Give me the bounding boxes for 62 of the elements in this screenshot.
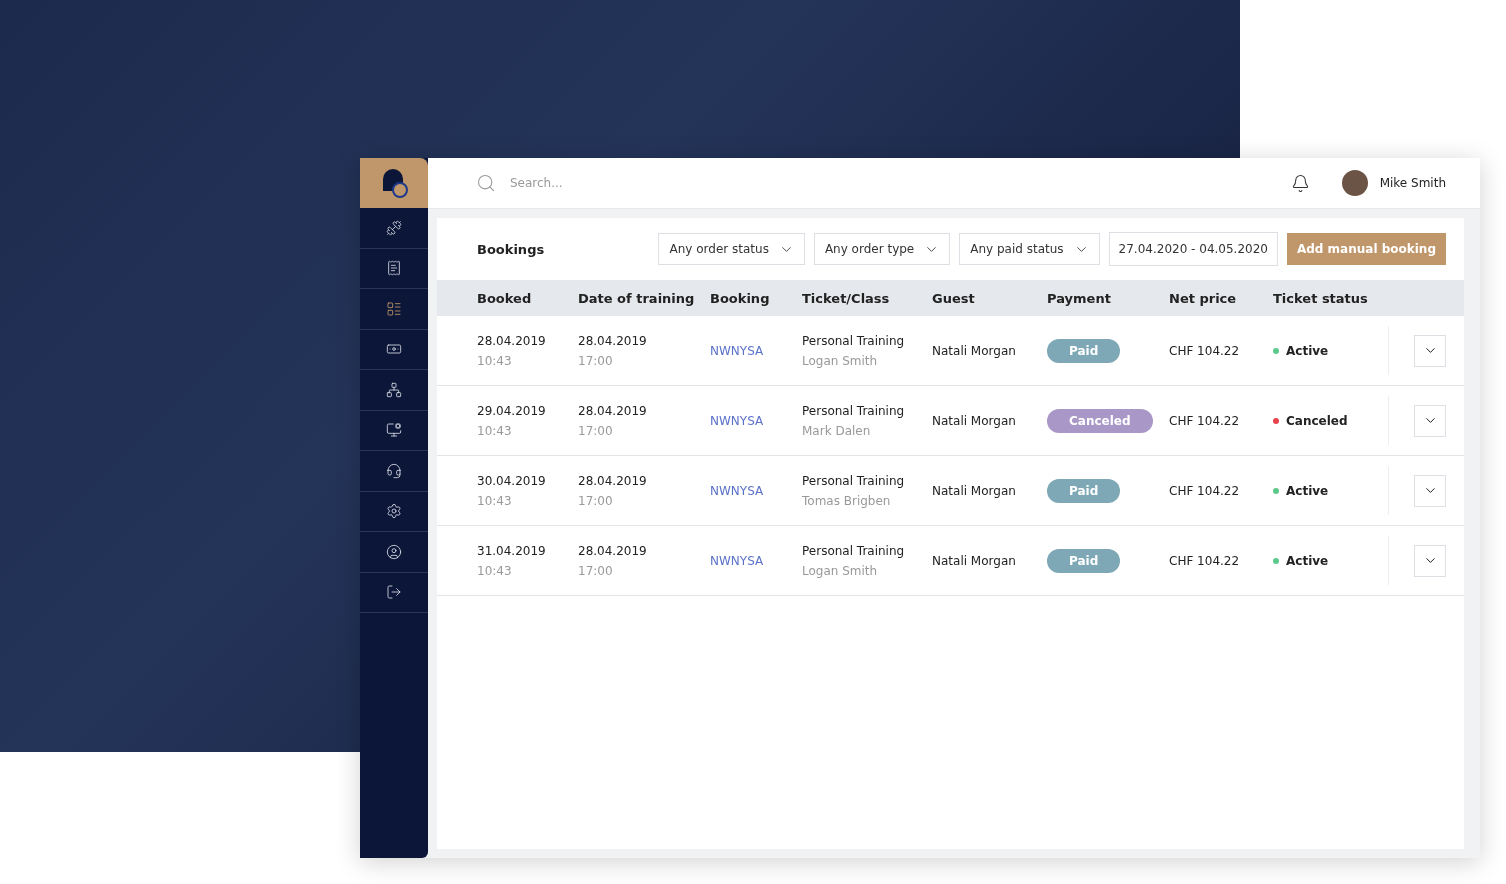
training-time: 17:00 (578, 423, 614, 438)
ticket-class: Personal Training (802, 473, 906, 488)
booking-link[interactable]: NWNYSA (710, 343, 802, 358)
guest-name: Natali Morgan (932, 483, 1017, 498)
trainer-name: Tomas Brigben (802, 493, 892, 508)
booked-time: 10:43 (477, 493, 513, 508)
net-price: CHF 104.22 (1169, 553, 1241, 568)
booked-time: 10:43 (477, 563, 513, 578)
ticket-class: Personal Training (802, 333, 906, 348)
avatar[interactable] (1341, 170, 1368, 196)
booked-date: 30.04.2019 (477, 473, 547, 488)
training-date: 28.04.2019 (578, 473, 648, 488)
booked-date: 31.04.2019 (477, 543, 547, 558)
trainer-name: Mark Dalen (802, 423, 872, 438)
column-header: Payment (1047, 290, 1112, 306)
column-header: Booked (477, 290, 533, 306)
add-booking-button[interactable]: Add manual booking (1286, 233, 1446, 265)
ticket-status: Active (1286, 343, 1329, 358)
booking-link[interactable]: NWNYSA (710, 413, 802, 428)
column-header: Booking (710, 290, 771, 306)
booked-time: 10:43 (477, 423, 513, 438)
page-title: Bookings (477, 241, 546, 257)
column-header: Guest (932, 290, 976, 306)
net-price: CHF 104.22 (1169, 343, 1241, 358)
filter-dropdown[interactable]: Any order type (813, 233, 951, 265)
booked-time: 10:43 (477, 353, 513, 368)
training-time: 17:00 (578, 493, 614, 508)
column-header: Net price (1169, 290, 1238, 306)
payment-badge: Canceled (1047, 408, 1153, 433)
ticket-class: Personal Training (802, 543, 906, 558)
payment-badge: Paid (1047, 478, 1121, 503)
guest-name: Natali Morgan (932, 553, 1017, 568)
training-date: 28.04.2019 (578, 333, 648, 348)
training-time: 17:00 (578, 563, 614, 578)
user-name: Mike Smith (1379, 176, 1446, 190)
booking-link[interactable]: NWNYSA (710, 483, 802, 498)
training-date: 28.04.2019 (578, 403, 648, 418)
ticket-status: Active (1286, 553, 1329, 568)
trainer-name: Logan Smith (802, 563, 879, 578)
payment-badge: Paid (1047, 338, 1121, 363)
ticket-status: Active (1286, 483, 1329, 498)
training-time: 17:00 (578, 353, 614, 368)
guest-name: Natali Morgan (932, 343, 1017, 358)
booked-date: 28.04.2019 (477, 333, 547, 348)
trainer-name: Logan Smith (802, 353, 879, 368)
net-price: CHF 104.22 (1169, 413, 1241, 428)
column-header: Ticket/Class (802, 290, 891, 306)
booked-date: 29.04.2019 (477, 403, 547, 418)
ticket-class: Personal Training (802, 403, 906, 418)
filter-dropdown[interactable]: Any paid status (959, 233, 1100, 265)
booking-link[interactable]: NWNYSA (710, 553, 802, 568)
filter-dropdown[interactable]: Any order status (658, 233, 805, 265)
date-range-field[interactable]: 27.04.2020 - 04.05.2020 (1108, 232, 1278, 266)
payment-badge: Paid (1047, 548, 1121, 573)
guest-name: Natali Morgan (932, 413, 1017, 428)
ticket-status: Canceled (1286, 413, 1348, 428)
column-header: Date of training (578, 290, 696, 306)
notification-bell-icon[interactable] (1290, 173, 1310, 193)
net-price: CHF 104.22 (1169, 483, 1241, 498)
training-date: 28.04.2019 (578, 543, 648, 558)
search-icon (476, 173, 496, 193)
column-header: Ticket status (1273, 290, 1369, 306)
